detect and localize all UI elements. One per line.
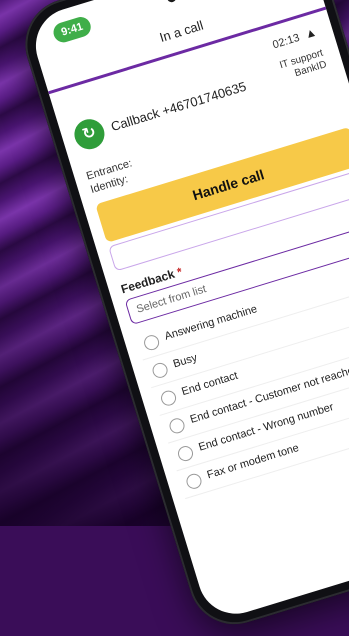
radio-button[interactable]: [159, 388, 178, 408]
required-mark: *: [175, 264, 184, 280]
chevron-down-icon: ⌄: [345, 175, 349, 192]
time-pill: 9:41: [51, 14, 94, 45]
callback-icon: ↻: [70, 115, 109, 153]
call-elapsed-time: 02:13: [271, 31, 302, 52]
radio-button[interactable]: [184, 471, 204, 491]
radio-button[interactable]: [176, 444, 195, 463]
radio-button[interactable]: [142, 333, 161, 352]
collapse-caret-icon[interactable]: ▲: [303, 25, 318, 42]
radio-button[interactable]: [167, 416, 187, 436]
radio-button[interactable]: [150, 360, 170, 380]
